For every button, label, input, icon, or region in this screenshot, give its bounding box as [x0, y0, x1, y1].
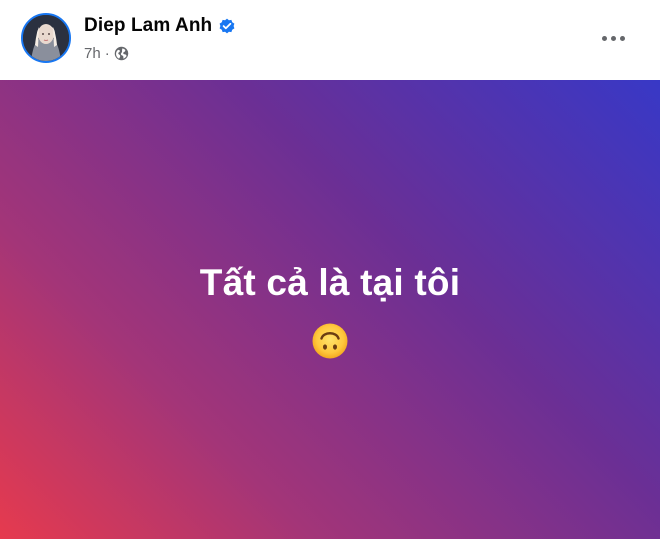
upside-down-face-emoji-icon [311, 322, 349, 360]
verified-badge-icon [218, 17, 236, 35]
more-horizontal-icon [601, 35, 607, 41]
more-options-button[interactable] [596, 26, 630, 50]
profile-photo-icon [23, 15, 69, 61]
facebook-post: Diep Lam Anh 7h · Tất cả là tại tôi [0, 0, 660, 539]
post-content-background: Tất cả là tại tôi [0, 80, 660, 539]
more-dot [610, 35, 616, 41]
meta-separator: · [104, 44, 110, 62]
post-header: Diep Lam Anh 7h · [0, 0, 660, 80]
avatar[interactable] [21, 13, 71, 63]
more-dot [619, 35, 625, 41]
post-timestamp[interactable]: 7h [84, 45, 101, 62]
post-text: Tất cả là tại tôi [199, 262, 461, 303]
globe-icon[interactable] [114, 46, 129, 61]
post-meta: 7h · [84, 42, 129, 64]
author-row: Diep Lam Anh [84, 14, 236, 38]
author-name[interactable]: Diep Lam Anh [84, 15, 212, 37]
